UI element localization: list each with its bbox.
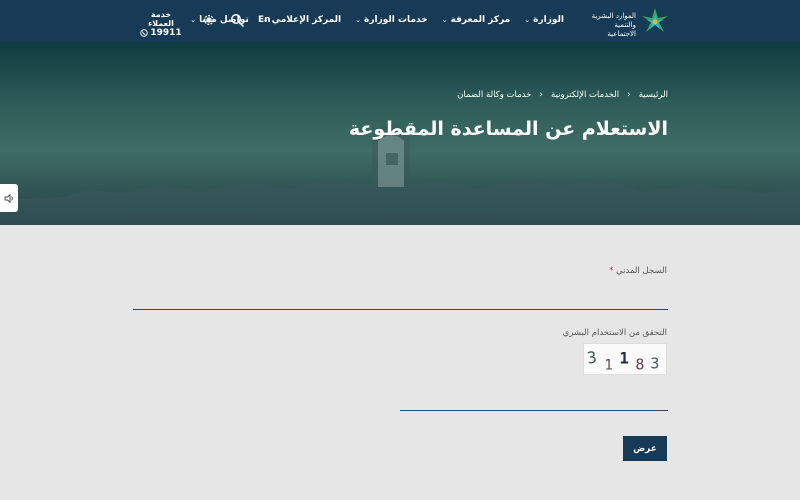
nav-item-knowledge-center[interactable]: مركز المعرفة ⌄ (442, 15, 511, 25)
search-icon[interactable] (230, 13, 244, 27)
nav-item-label: المركز الإعلامي (271, 15, 342, 25)
top-header: الموارد البشرية والتنمية الاجتماعية الوز… (0, 0, 800, 42)
chevron-down-icon: ⌄ (190, 16, 197, 24)
chevron-down-icon: ⌄ (441, 16, 448, 24)
logo-mark-icon (642, 8, 668, 32)
customer-service-phone: 19911 (138, 28, 184, 38)
required-mark: * (609, 266, 614, 276)
accessibility-speaker-button[interactable] (0, 184, 18, 212)
ministry-logo[interactable]: الموارد البشرية والتنمية الاجتماعية (588, 6, 670, 38)
captcha-image: 3 1 1 8 3 (583, 343, 667, 375)
national-id-label-text: السجل المدني (616, 266, 667, 276)
svg-text:3: 3 (586, 347, 598, 367)
customer-service-title: خدمة العملاء (148, 10, 174, 28)
nav-item-ministry-services[interactable]: خدمات الوزارة ⌄ (355, 15, 428, 25)
national-id-input[interactable] (133, 280, 668, 310)
language-toggle[interactable]: En (258, 15, 271, 25)
breadcrumb-home[interactable]: الرئيسية (639, 90, 668, 100)
nav-item-label: مركز المعرفة (450, 15, 511, 25)
gear-icon[interactable] (202, 13, 216, 27)
chevron-down-icon: ⌄ (355, 16, 362, 24)
chevron-down-icon: ⌄ (524, 16, 531, 24)
nav-item-media-center[interactable]: المركز الإعلامي ⌄ (263, 15, 341, 25)
speaker-icon (4, 193, 13, 203)
nav-item-label: خدمات الوزارة (364, 15, 428, 25)
submit-button[interactable]: عرض (623, 436, 667, 461)
svg-text:8: 8 (635, 355, 644, 373)
phone-number: 19911 (150, 28, 182, 38)
logo-text: الموارد البشرية والتنمية الاجتماعية (591, 12, 636, 38)
national-id-label: السجل المدني * (609, 266, 667, 276)
customer-service[interactable]: خدمة العملاء 19911 (138, 10, 184, 38)
chevron-left-icon: ‹ (539, 90, 544, 100)
captcha-input[interactable] (400, 385, 668, 411)
nav-item-label: الوزارة (533, 15, 564, 25)
svg-text:3: 3 (650, 354, 659, 372)
breadcrumb: الرئيسية ‹ الخدمات الإلكترونية ‹ خدمات و… (457, 90, 668, 100)
breadcrumb-e-services[interactable]: الخدمات الإلكترونية (551, 90, 619, 100)
captcha-label: التحقق من الاستخدام البشري (562, 328, 667, 338)
nav-item-ministry[interactable]: الوزارة ⌄ (524, 15, 564, 25)
page-title: الاستعلام عن المساعدة المقطوعة (348, 118, 668, 140)
phone-icon (140, 29, 149, 37)
main-nav: الوزارة ⌄ مركز المعرفة ⌄ خدمات الوزارة ⌄… (190, 15, 564, 25)
hero-banner: الرئيسية ‹ الخدمات الإلكترونية ‹ خدمات و… (0, 42, 800, 225)
svg-text:1: 1 (619, 349, 629, 368)
chevron-left-icon: ‹ (627, 90, 631, 100)
breadcrumb-social-security-services[interactable]: خدمات وكالة الضمان (457, 90, 531, 100)
svg-text:1: 1 (604, 357, 612, 373)
